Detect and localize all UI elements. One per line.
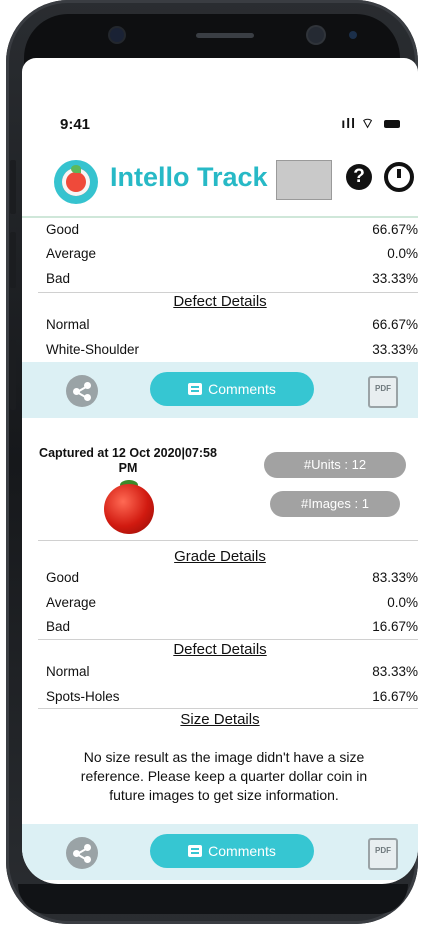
comments-button[interactable]: Comments (150, 372, 314, 406)
earpiece-speaker (196, 33, 254, 38)
captured-timestamp: Captured at 12 Oct 2020|07:58 PM (39, 446, 217, 475)
grade-label: Bad (46, 619, 71, 634)
grade-row-average: Average 0.0% (46, 595, 418, 615)
defect-row-spots-holes: Spots-Holes 16.67% (46, 689, 418, 709)
front-sensor-icon (110, 28, 124, 42)
grade-details-title: Grade Details (174, 548, 266, 565)
defect-value: 16.67% (372, 689, 418, 704)
battery-icon (384, 120, 400, 129)
grade-label: Average (46, 595, 97, 610)
grade-label: Good (46, 570, 80, 585)
help-icon[interactable]: ? (346, 164, 372, 190)
grade-row-good: Good 83.33% (46, 570, 418, 590)
grade-label: Good (46, 222, 80, 237)
defect-value: 33.33% (372, 342, 418, 357)
app-logo-icon (54, 160, 98, 204)
grade-value: 33.33% (372, 271, 418, 286)
card-1-action-bar: Comments PDF (22, 362, 418, 418)
volume-down-button (10, 232, 16, 288)
status-icons: ıll ⌔ (341, 115, 400, 133)
grade-value: 0.0% (387, 595, 418, 610)
comments-label: Comments (208, 381, 276, 397)
app-title: Intello Track (110, 162, 268, 192)
grade-value: 66.67% (372, 222, 418, 237)
comments-label: Comments (208, 843, 276, 859)
tomato-image[interactable] (104, 484, 154, 534)
grade-row-bad: Bad 33.33% (46, 271, 418, 291)
section-divider (38, 639, 418, 640)
comment-icon (188, 845, 203, 857)
defect-label: Normal (46, 664, 90, 679)
card-2-action-bar: Comments PDF (22, 824, 418, 880)
defect-label: Normal (46, 317, 90, 332)
defect-label: White-Shoulder (46, 342, 140, 357)
signal-icon: ıll (341, 115, 357, 131)
status-time: 9:41 (60, 116, 91, 133)
status-bar: 9:41 ıll ⌔ (22, 58, 418, 150)
defect-row-white-shoulder: White-Shoulder 33.33% (46, 342, 418, 362)
defect-label: Spots-Holes (46, 689, 120, 704)
size-message: No size result as the image didn't have … (80, 749, 368, 803)
comments-button[interactable]: Comments (150, 834, 314, 868)
grade-label: Average (46, 246, 97, 261)
section-divider (38, 540, 418, 541)
share-icon[interactable] (66, 375, 98, 407)
images-badge: #Images : 1 (270, 491, 400, 517)
grade-value: 0.0% (387, 246, 418, 261)
power-icon[interactable] (384, 162, 414, 192)
defect-row-normal: Normal 83.33% (46, 664, 418, 684)
grade-value: 16.67% (372, 619, 418, 634)
wifi-icon: ⌔ (360, 115, 376, 131)
defect-details-title: Defect Details (173, 293, 267, 310)
defect-details-title: Defect Details (173, 641, 267, 658)
share-icon[interactable] (66, 837, 98, 869)
grade-label: Bad (46, 271, 71, 286)
pdf-icon[interactable]: PDF (368, 838, 398, 870)
grade-row-bad: Bad 16.67% (46, 619, 418, 639)
front-camera-icon (308, 27, 324, 43)
grade-row-good: Good 66.67% (46, 222, 418, 242)
grade-row-average: Average 0.0% (46, 246, 418, 266)
section-divider (38, 708, 418, 709)
volume-up-button (10, 160, 16, 214)
units-badge: #Units : 12 (264, 452, 406, 478)
size-details-title: Size Details (180, 711, 260, 728)
phone-bezel-bottom (18, 884, 408, 914)
grade-value: 83.33% (372, 570, 418, 585)
proximity-sensor-icon (349, 31, 357, 39)
comment-icon (188, 383, 203, 395)
pdf-icon[interactable]: PDF (368, 376, 398, 408)
defect-value: 83.33% (372, 664, 418, 679)
phone-screen: 9:41 ıll ⌔ Intello Track ? Good 66.67% A… (22, 58, 418, 884)
defect-value: 66.67% (372, 317, 418, 332)
defect-row-normal: Normal 66.67% (46, 317, 418, 337)
app-header: Intello Track ? (22, 150, 418, 218)
side-key (10, 340, 16, 410)
image-thumbnail-placeholder[interactable] (276, 160, 332, 200)
